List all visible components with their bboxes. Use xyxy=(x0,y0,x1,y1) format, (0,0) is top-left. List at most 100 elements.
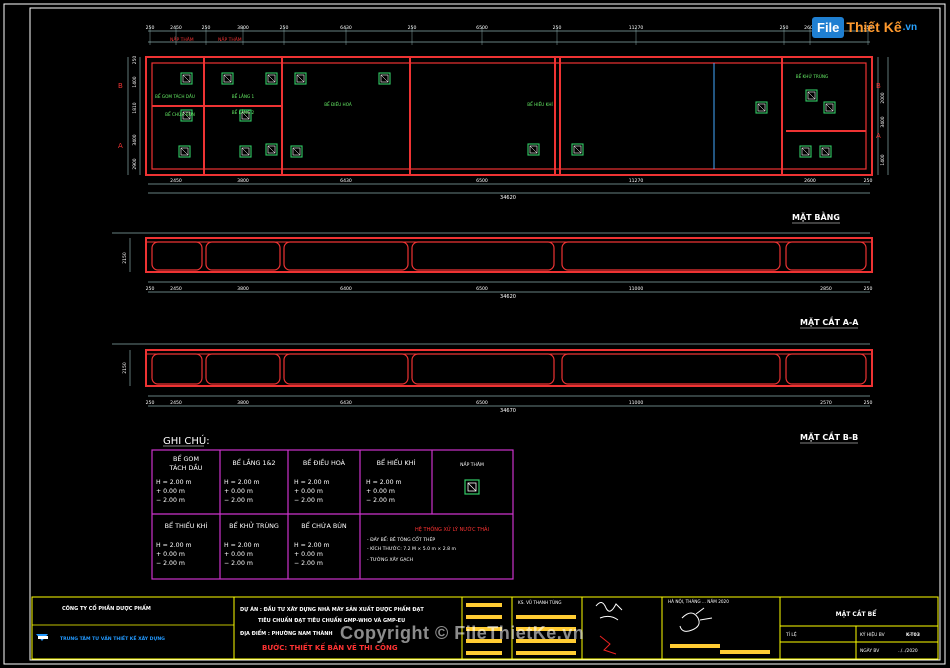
aa-dim-7: 250 xyxy=(864,286,873,292)
system-line-3: - TƯỜNG XÂY GẠCH xyxy=(367,556,413,563)
tank-level-top: + 0.00 m xyxy=(294,551,323,558)
tank-height: H = 2.00 m xyxy=(156,542,192,549)
manhole-cover xyxy=(571,143,584,156)
manhole-cover xyxy=(178,145,191,158)
plan-bottom-dim-5: 2600 xyxy=(804,178,816,184)
plan-top-note-2: NẮP THĂM xyxy=(218,35,242,43)
notes-heading: GHI CHÚ: xyxy=(163,434,210,447)
tank-level-bottom: − 2.00 m xyxy=(156,560,185,567)
plan-bottom-dim-2: 6430 xyxy=(340,178,352,184)
tank-name: BỂ CHỨA BÙN xyxy=(301,520,347,530)
bb-dim-6: 2570 xyxy=(820,400,832,406)
tb-company: CÔNG TY CỔ PHẦN DƯỢC PHẨM xyxy=(62,603,151,612)
tank-level-bottom: − 2.00 m xyxy=(294,497,323,504)
tank-name: BỂ HIẾU KHÍ xyxy=(377,457,416,467)
tank-note-r2-1: BỂ KHỬ TRÙNG H = 2.00 m + 0.00 m − 2.00 m xyxy=(224,520,279,567)
tank-level-bottom: − 2.00 m xyxy=(224,560,253,567)
tb-place-date: HÀ NỘI, THÁNG ... NĂM 2020 xyxy=(668,599,729,604)
bb-dim-3: 6430 xyxy=(340,400,352,406)
plan-marker-a: A xyxy=(118,142,123,150)
bb-dim-7: 250 xyxy=(864,400,873,406)
tb-location: ĐỊA ĐIỂM : PHƯỜNG NAM THÀNH xyxy=(240,629,333,637)
aa-left-dim: 2150 xyxy=(122,252,128,264)
tank-level-bottom: − 2.00 m xyxy=(294,560,323,567)
room-label-hieu-khi: BỂ HIẾU KHÍ xyxy=(527,101,553,107)
plan-total-dim: 34620 xyxy=(500,195,516,201)
view-title-bb: MẶT CẮT B-B xyxy=(800,430,858,442)
plan-bottom-dim-0: 2450 xyxy=(170,178,182,184)
manhole-cover xyxy=(290,145,303,158)
tank-note-r1-3: BỂ HIẾU KHÍ H = 2.00 m + 0.00 m − 2.00 m xyxy=(366,457,415,504)
plan-right-dim-2: 1400 xyxy=(880,154,886,165)
tb-sheet-no: KÝ HIỆU BV xyxy=(860,630,885,638)
bb-dim-4: 6500 xyxy=(476,400,488,406)
aa-dim-1: 2450 xyxy=(170,286,182,292)
tb-date-val: ../../2020 xyxy=(898,648,918,654)
tank-level-top: + 0.00 m xyxy=(224,551,253,558)
aa-dim-6: 2850 xyxy=(820,286,832,292)
tank-level-top: + 0.00 m xyxy=(294,488,323,495)
tank-level-top: + 0.00 m xyxy=(156,551,185,558)
room-label-chua-bun: BỂ CHỨA BÙN xyxy=(165,112,195,117)
tb-drawing-title: MẶT CẮT BỂ xyxy=(836,610,878,618)
tank-level-bottom: − 2.00 m xyxy=(156,497,185,504)
tb-project-1: DỰ ÁN : ĐẦU TƯ XÂY DỰNG NHÀ MÁY SẢN XUẤT… xyxy=(240,604,424,613)
tank-height: H = 2.00 m xyxy=(224,542,260,549)
manhole-cover xyxy=(221,72,234,85)
room-label-khu-trung: BỂ KHỬ TRÙNG xyxy=(796,74,829,79)
plan-room-labels: BỂ GOM TÁCH DẦU BỂ LẮNG 1 BỂ LẮNG 2 BỂ C… xyxy=(155,74,828,117)
stamp-mark xyxy=(599,635,617,655)
plan-left-dim-2: 1810 xyxy=(132,102,138,113)
signature xyxy=(595,602,713,632)
bb-dim-5: 11000 xyxy=(629,400,644,406)
tank-level-top: + 0.00 m xyxy=(224,488,253,495)
tank-note-r1-1: BỂ LẮNG 1&2 H = 2.00 m + 0.00 m − 2.00 m xyxy=(224,457,276,504)
plan-left-dim-3: 3400 xyxy=(132,134,138,145)
tank-name: BỂ GOM xyxy=(173,453,199,463)
aa-total-dim: 34620 xyxy=(500,294,516,300)
plan-marker-a-right: A xyxy=(876,132,881,140)
tank-height: H = 2.00 m xyxy=(294,479,330,486)
tank-name: BỂ ĐIỀU HOÀ xyxy=(303,457,346,467)
manhole-cover xyxy=(527,143,540,156)
tb-company-logo xyxy=(36,634,48,641)
tank-level-bottom: − 2.00 m xyxy=(224,497,253,504)
plan-marker-b: B xyxy=(118,82,123,90)
aa-dim-3: 6400 xyxy=(340,286,352,292)
logo-badge: File xyxy=(812,16,845,38)
section-aa-view: 250 2450 3800 6400 6500 11000 2850 250 xyxy=(112,232,873,293)
plan-view: 250 2450 250 3800 250 6430 250 6500 250 11270 250 2… xyxy=(127,25,889,194)
filethietke-logo[interactable]: File Thiết Kế .vn xyxy=(812,14,917,40)
tank-note-r1-2: BỂ ĐIỀU HOÀ H = 2.00 m + 0.00 m − 2.00 m xyxy=(294,457,346,504)
copyright-watermark: Copyright © FileThietKe.vn xyxy=(340,623,585,643)
tb-scale: TỈ LỆ xyxy=(785,630,797,638)
aa-dim-5: 11000 xyxy=(629,286,644,292)
manhole-cover xyxy=(819,145,832,158)
view-title-plan: MẶT BẰNG xyxy=(792,210,840,222)
tank-note-r1-0: BỂ GOMTÁCH DẦU H = 2.00 m + 0.00 m − 2.00… xyxy=(156,453,203,504)
room-label-lang2: BỂ LẮNG 2 xyxy=(232,110,255,115)
plan-bottom-dim-4: 11270 xyxy=(629,178,644,184)
tank-level-top: + 0.00 m xyxy=(366,488,395,495)
tb-consultant: TRUNG TÂM TƯ VẤN THIẾT KẾ XÂY DỰNG xyxy=(60,634,165,642)
room-label-gom: BỂ GOM TÁCH DẦU xyxy=(155,94,195,99)
tank-note-r2-0: BỂ THIẾU KHÍ H = 2.00 m + 0.00 m − 2.00 m xyxy=(156,520,207,567)
logo-domain: .vn xyxy=(902,21,918,33)
tank-name: BỂ LẮNG 1&2 xyxy=(232,457,275,467)
manhole-cover xyxy=(239,145,252,158)
manhole-cover xyxy=(805,89,818,102)
tb-chair: KS. VŨ THANH TÙNG xyxy=(518,600,562,605)
tank-level-top: + 0.00 m xyxy=(156,488,185,495)
manhole-cover xyxy=(378,72,391,85)
tank-name: BỂ KHỬ TRÙNG xyxy=(229,520,279,530)
aa-dim-0: 250 xyxy=(146,286,155,292)
bb-total-dim: 34670 xyxy=(500,408,516,414)
cad-drawing: 250 2450 250 3800 250 6430 250 6500 250 11270 250 2… xyxy=(3,3,946,665)
section-bb-view: 250 2450 3800 6430 6500 11000 2570 250 xyxy=(112,343,873,407)
room-label-dieu-hoa: BỂ ĐIỀU HOÀ xyxy=(324,102,352,107)
tank-note-r2-2: BỂ CHỨA BÙN H = 2.00 m + 0.00 m − 2.00 m xyxy=(294,520,347,567)
plan-left-dim-0: 250 xyxy=(132,56,138,65)
plan-left-dim-4: 2900 xyxy=(132,158,138,169)
bb-left-dim: 2150 xyxy=(122,362,128,374)
manhole-cover xyxy=(755,101,768,114)
